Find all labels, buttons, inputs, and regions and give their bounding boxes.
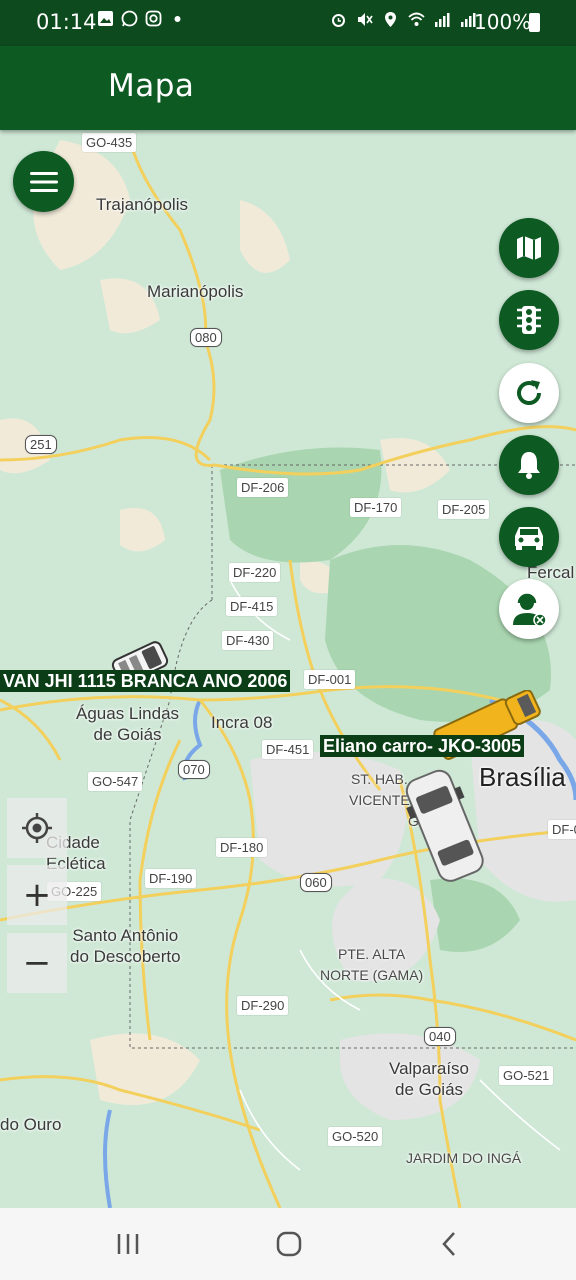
- status-bar: 01:14 100%: [0, 0, 576, 46]
- place-brasilia: Brasília: [479, 762, 566, 792]
- place-pte-alta-norte: PTE. ALTA NORTE (GAMA): [320, 946, 424, 983]
- hamburger-icon: [29, 171, 58, 192]
- back-icon: [442, 1232, 455, 1256]
- road-df-0: DF-0: [548, 820, 576, 839]
- eliano-car-label[interactable]: Eliano carro- JKO-3005: [320, 735, 525, 757]
- location-icon: [385, 12, 396, 27]
- road-df-205: DF-205: [438, 500, 490, 519]
- app-bar: Mapa: [0, 46, 576, 130]
- instagram-icon: [145, 10, 162, 27]
- traffic-light-icon: [517, 306, 541, 334]
- place-marianopolis: Marianópolis: [147, 282, 244, 301]
- place-do-ouro: do Ouro: [0, 1115, 62, 1134]
- gallery-icon: [98, 11, 113, 26]
- road-go-521: GO-521: [499, 1066, 554, 1085]
- van-label[interactable]: VAN JHI 1115 BRANCA ANO 2006: [0, 670, 291, 692]
- support-agent-icon: [513, 593, 547, 627]
- map-view[interactable]: Trajanópolis Marianópolis Águas Lindas d…: [0, 130, 576, 1208]
- vehicles-button[interactable]: [499, 507, 559, 567]
- road-go-435: GO-435: [82, 133, 137, 152]
- home-icon: [276, 1231, 302, 1257]
- road-df-180: DF-180: [216, 838, 268, 857]
- back-button[interactable]: [430, 1226, 470, 1262]
- road-251: 251: [25, 435, 57, 454]
- battery-icon: [529, 13, 540, 32]
- map-type-button[interactable]: [499, 218, 559, 278]
- road-df-290: DF-290: [237, 996, 289, 1015]
- navigation-bar: [0, 1208, 576, 1280]
- support-button[interactable]: [499, 579, 559, 639]
- wifi-icon: [408, 12, 425, 26]
- place-jardim-inga: JARDIM DO INGÁ: [406, 1150, 522, 1166]
- road-df-170: DF-170: [350, 498, 402, 517]
- alarm-icon: [332, 14, 345, 27]
- road-040: 040: [424, 1027, 456, 1046]
- status-time: 01:14: [36, 10, 97, 34]
- road-go-547: GO-547: [88, 772, 143, 791]
- home-button[interactable]: [269, 1226, 309, 1262]
- recent-apps-button[interactable]: [108, 1226, 148, 1262]
- road-df-430: DF-430: [222, 631, 274, 650]
- bell-icon: [518, 452, 540, 479]
- menu-button[interactable]: [13, 151, 74, 212]
- road-080: 080: [190, 328, 222, 347]
- notification-icons: [97, 10, 186, 27]
- road-df-206: DF-206: [237, 478, 289, 497]
- map-base-layer: [0, 139, 576, 1208]
- refresh-icon: [517, 380, 541, 405]
- dot-icon: [174, 16, 181, 22]
- zoom-out-button[interactable]: −: [7, 933, 67, 993]
- whatsapp-icon: [121, 10, 138, 27]
- car-icon: [515, 527, 543, 550]
- map-icon: [517, 236, 541, 260]
- system-icons: [330, 11, 477, 28]
- road-df-415: DF-415: [226, 597, 278, 616]
- refresh-button[interactable]: [499, 363, 559, 423]
- battery-level: 100%: [474, 10, 532, 34]
- my-location-button[interactable]: [7, 798, 67, 858]
- road-df-451: DF-451: [262, 740, 314, 759]
- car-marker-icon[interactable]: [402, 766, 492, 886]
- road-070: 070: [178, 760, 210, 779]
- road-go-520: GO-520: [328, 1127, 383, 1146]
- road-df-220: DF-220: [229, 563, 281, 582]
- road-df-001: DF-001: [304, 670, 356, 689]
- notifications-button[interactable]: [499, 435, 559, 495]
- page-title: Mapa: [108, 68, 195, 104]
- place-incra: Incra 08: [211, 713, 273, 732]
- place-valparaiso: Valparaíso de Goiás: [389, 1059, 470, 1099]
- place-st-hab-vicente: ST. HAB. VICENTE: [349, 771, 410, 808]
- signal-icon: [435, 13, 450, 27]
- place-aguas-lindas: Águas Lindas de Goiás: [76, 704, 180, 744]
- mute-icon: [358, 13, 373, 26]
- crosshair-icon: [22, 813, 52, 843]
- recent-apps-icon: [117, 1234, 139, 1254]
- road-df-190: DF-190: [145, 869, 197, 888]
- zoom-in-button[interactable]: +: [7, 865, 67, 925]
- place-santo-antonio: Santo Antônio do Descoberto: [70, 926, 181, 966]
- place-trajanopolis: Trajanópolis: [96, 195, 188, 214]
- traffic-button[interactable]: [499, 290, 559, 350]
- road-060: 060: [300, 873, 332, 892]
